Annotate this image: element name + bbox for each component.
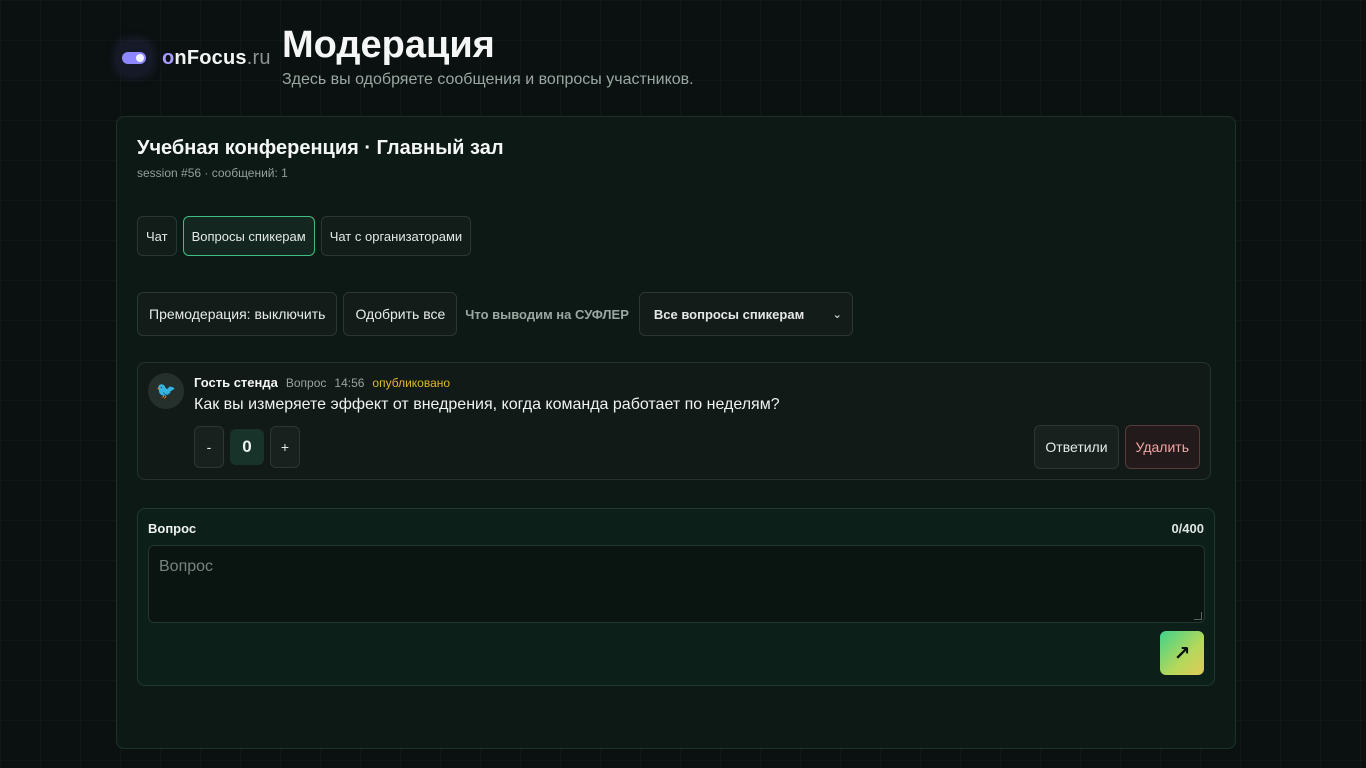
moderation-panel: Учебная конференция · Главный зал sessio…	[116, 116, 1236, 749]
message-time: 14:56	[334, 376, 365, 390]
premoderation-toggle-button[interactable]: Премодерация: выключить	[137, 292, 338, 336]
message-header: Гость стенда Вопрос 14:56 опубликовано	[194, 375, 450, 390]
tab-organizer-chat[interactable]: Чат с организаторами	[320, 216, 472, 256]
logo-text: onFocus.ru	[162, 46, 271, 69]
approve-all-button[interactable]: Одобрить все	[343, 292, 458, 336]
tabs: Чат Вопросы спикерам Чат с организаторам…	[137, 216, 472, 256]
message-card: 🐦 Гость стенда Вопрос 14:56 опубликовано…	[137, 362, 1211, 480]
toggle-logo-icon	[118, 42, 150, 74]
vote-plus-button[interactable]: +	[270, 426, 300, 468]
resize-handle[interactable]	[1194, 612, 1202, 620]
conference-title: Учебная конференция · Главный зал	[137, 137, 504, 159]
char-counter: 0/400	[1171, 521, 1204, 536]
question-form: Вопрос 0/400 Вопрос ↗	[137, 508, 1215, 686]
tab-chat[interactable]: Чат	[137, 216, 177, 256]
message-actions: Ответили Удалить	[1034, 425, 1200, 469]
conference-meta: session #56 · сообщений: 1	[137, 166, 288, 180]
message-author: Гость стенда	[194, 375, 278, 390]
page-title: Модерация	[282, 24, 495, 66]
question-placeholder: Вопрос	[159, 558, 214, 575]
logo[interactable]: onFocus.ru	[118, 42, 271, 74]
chevron-down-icon: ⌄	[832, 308, 842, 321]
page-subtitle: Здесь вы одобряете сообщения и вопросы у…	[282, 71, 694, 88]
question-label: Вопрос	[148, 521, 197, 536]
vote-count: 0	[230, 429, 264, 465]
status-badge: опубликовано	[372, 376, 451, 390]
prompter-label: Что выводим на СУФЛЕР	[465, 306, 629, 322]
prompter-select-value: Все вопросы спикерам	[653, 306, 805, 322]
question-input[interactable]: Вопрос	[148, 545, 1205, 623]
send-button[interactable]: ↗	[1160, 631, 1204, 675]
vote-stepper: - 0 +	[194, 426, 300, 468]
avatar: 🐦	[148, 373, 184, 409]
send-arrow-icon: ↗	[1173, 642, 1191, 665]
delete-button[interactable]: Удалить	[1124, 425, 1200, 469]
vote-minus-button[interactable]: -	[194, 426, 224, 468]
prompter-select[interactable]: Все вопросы спикерам ⌄	[638, 292, 853, 336]
message-type: Вопрос	[285, 376, 327, 390]
message-text: Как вы измеряете эффект от внедрения, ко…	[194, 396, 780, 413]
moderation-controls: Премодерация: выключить Одобрить все Что…	[137, 292, 853, 336]
answered-button[interactable]: Ответили	[1034, 425, 1119, 469]
tab-speaker-questions[interactable]: Вопросы спикерам	[182, 216, 315, 256]
